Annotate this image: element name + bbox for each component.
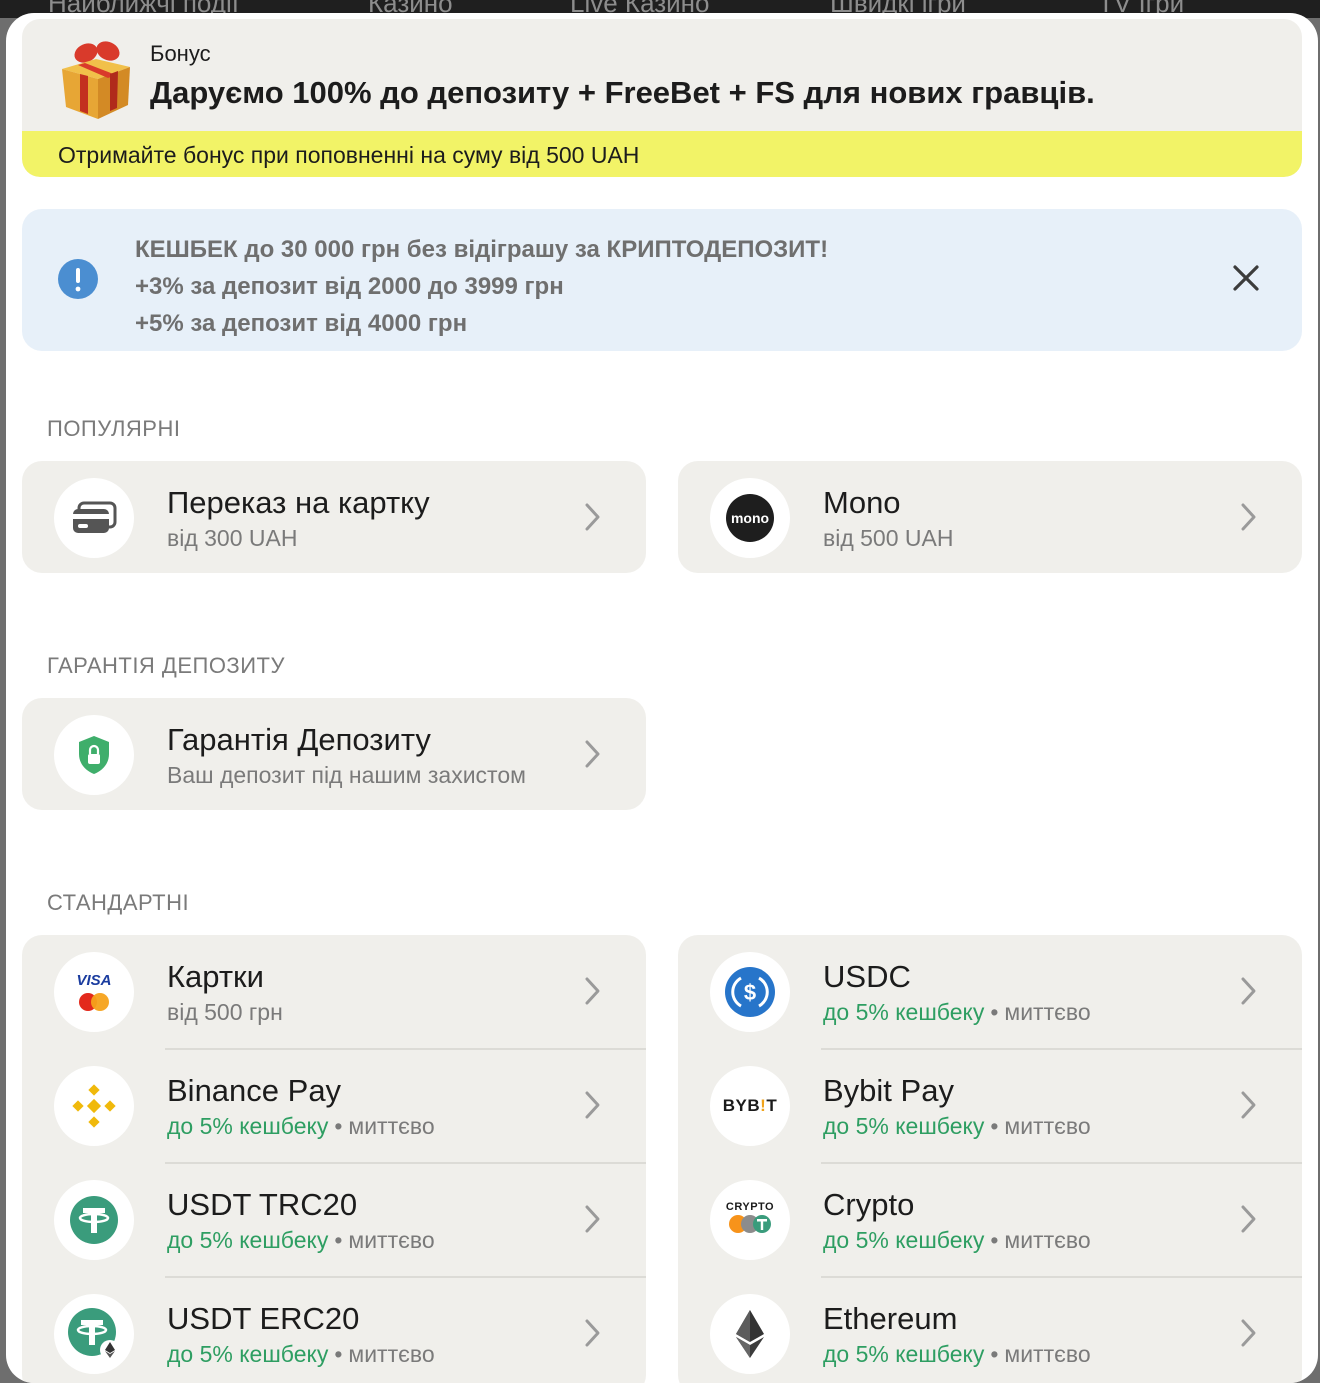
payment-method-row[interactable]: Binance Pay до 5% кешбеку • миттєво <box>22 1049 646 1163</box>
cashback-line: +3% за депозит від 2000 до 3999 грн <box>135 273 564 300</box>
payment-method-title: Ethereum <box>823 1301 958 1336</box>
payment-method-row[interactable]: CRYPTO Crypto до 5% кешбеку • миттєво <box>678 1163 1302 1277</box>
payment-method-title: Гарантія Депозиту <box>167 722 431 757</box>
visa-mastercard-icon: VISA <box>54 952 134 1032</box>
payment-method-row[interactable]: Ethereum до 5% кешбеку • миттєво <box>678 1277 1302 1383</box>
svg-text:VISA: VISA <box>76 972 111 989</box>
payment-method-row[interactable]: $ USDC до 5% кешбеку • миттєво <box>678 935 1302 1049</box>
chevron-right-icon <box>585 740 600 768</box>
cashback-line: КЕШБЕК до 30 000 грн без відіграшу за КР… <box>135 236 829 263</box>
payment-card-transfer[interactable]: Переказ на картку від 300 UAH <box>22 461 646 573</box>
payment-method-title: Binance Pay <box>167 1073 342 1108</box>
payment-method-row[interactable]: VISA Картки від 500 грн <box>22 935 646 1049</box>
payment-method-title: Картки <box>167 959 264 994</box>
payment-method-subtitle: від 500 UAH <box>823 525 954 551</box>
section-title-standard: СТАНДАРТНІ <box>47 890 190 915</box>
bonus-condition-strip: Отримайте бонус при поповненні на суму в… <box>22 131 1302 177</box>
cashback-info-banner: КЕШБЕК до 30 000 грн без відіграшу за КР… <box>22 209 1302 351</box>
bonus-banner[interactable]: Бонус Даруємо 100% до депозиту + FreeBet… <box>22 19 1302 177</box>
shield-lock-icon <box>54 715 134 795</box>
info-exclamation-icon <box>58 259 98 299</box>
tether-erc20-icon <box>54 1294 134 1374</box>
payment-method-subtitle: до 5% кешбеку • миттєво <box>823 1227 1091 1253</box>
payment-method-subtitle: до 5% кешбеку • миттєво <box>167 1113 435 1139</box>
bonus-condition-text: Отримайте бонус при поповненні на суму в… <box>58 142 640 168</box>
deposit-modal: Бонус Даруємо 100% до депозиту + FreeBet… <box>6 13 1318 1383</box>
mono-logo-icon: mono <box>710 478 790 558</box>
chevron-right-icon <box>585 1091 600 1119</box>
crypto-icon: CRYPTO <box>710 1180 790 1260</box>
chevron-right-icon <box>585 503 600 531</box>
payment-method-subtitle: Ваш депозит під нашим захистом <box>167 762 526 788</box>
bonus-label: Бонус <box>150 41 211 66</box>
payment-method-title: USDC <box>823 959 911 994</box>
chevron-right-icon <box>1241 1091 1256 1119</box>
payment-method-row[interactable]: USDT ERC20 до 5% кешбеку • миттєво <box>22 1277 646 1383</box>
payment-method-row[interactable]: BYB!T Bybit Pay до 5% кешбеку • миттєво <box>678 1049 1302 1163</box>
chevron-right-icon <box>585 977 600 1005</box>
payment-method-title: Crypto <box>823 1187 915 1222</box>
section-title-popular: ПОПУЛЯРНІ <box>47 416 181 441</box>
bybit-icon: BYB!T <box>710 1066 790 1146</box>
payment-method-subtitle: від 300 UAH <box>167 525 298 551</box>
payment-method-title: Bybit Pay <box>823 1073 954 1108</box>
payment-method-row[interactable]: Переказ на картку від 300 UAH <box>22 461 646 575</box>
close-icon[interactable] <box>1230 262 1262 294</box>
payment-method-subtitle: до 5% кешбеку • миттєво <box>167 1227 435 1253</box>
payment-method-row[interactable]: mono Mono від 500 UAH <box>678 461 1302 575</box>
payment-card-guarantee[interactable]: Гарантія Депозиту Ваш депозит під нашим … <box>22 698 646 810</box>
svg-text:$: $ <box>744 980 756 1005</box>
gift-box-icon <box>62 41 130 119</box>
payment-card-mono[interactable]: mono Mono від 500 UAH <box>678 461 1302 573</box>
chevron-right-icon <box>1241 1319 1256 1347</box>
card-transfer-icon <box>54 478 134 558</box>
payment-list-standard-left: VISA Картки від 500 грн Binance Pay до 5… <box>22 935 646 1383</box>
payment-method-subtitle: до 5% кешбеку • миттєво <box>823 999 1091 1025</box>
payment-list-standard-right: $ USDC до 5% кешбеку • миттєво BYB!T Bybit… <box>678 935 1302 1383</box>
payment-method-title: Mono <box>823 485 901 520</box>
payment-method-title: USDT ERC20 <box>167 1301 360 1336</box>
payment-method-row[interactable]: Гарантія Депозиту Ваш депозит під нашим … <box>22 698 646 812</box>
payment-method-title: Переказ на картку <box>167 485 430 520</box>
cashback-text: КЕШБЕК до 30 000 грн без відіграшу за КР… <box>135 231 828 342</box>
chevron-right-icon <box>585 1205 600 1233</box>
chevron-right-icon <box>585 1319 600 1347</box>
chevron-right-icon <box>1241 503 1256 531</box>
payment-method-row[interactable]: USDT TRC20 до 5% кешбеку • миттєво <box>22 1163 646 1277</box>
payment-method-subtitle: до 5% кешбеку • миттєво <box>823 1113 1091 1139</box>
usdc-icon: $ <box>710 952 790 1032</box>
chevron-right-icon <box>1241 977 1256 1005</box>
ethereum-icon <box>710 1294 790 1374</box>
payment-method-subtitle: від 500 грн <box>167 999 283 1025</box>
cashback-line: +5% за депозит від 4000 грн <box>135 310 468 337</box>
tether-icon <box>54 1180 134 1260</box>
payment-method-title: USDT TRC20 <box>167 1187 358 1222</box>
binance-icon <box>54 1066 134 1146</box>
bonus-title: Даруємо 100% до депозиту + FreeBet + FS … <box>150 75 1095 110</box>
chevron-right-icon <box>1241 1205 1256 1233</box>
section-title-guarantee: ГАРАНТІЯ ДЕПОЗИТУ <box>47 653 285 678</box>
